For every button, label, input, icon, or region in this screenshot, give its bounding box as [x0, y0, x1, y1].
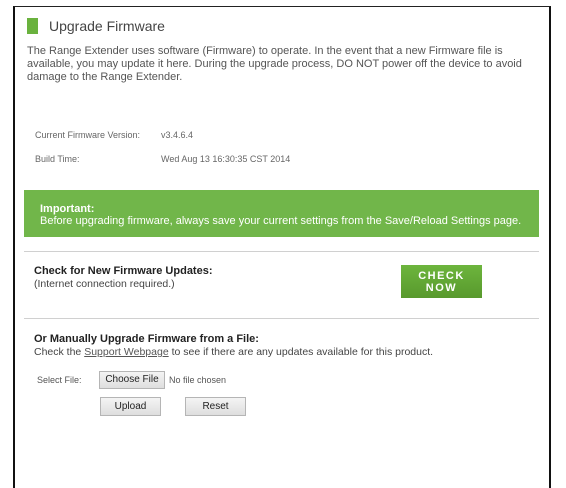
manual-upgrade-text: Check the Support Webpage to see if ther… [34, 346, 433, 358]
title-accent-bar [27, 18, 38, 34]
select-file-label: Select File: [37, 375, 82, 385]
intro-line-1: The Range Extender uses software (Firmwa… [27, 45, 503, 57]
intro-text: The Range Extender uses software (Firmwa… [27, 45, 547, 84]
banner-text: Before upgrading firmware, always save y… [40, 215, 522, 227]
intro-line-2: available, you may update it here. Durin… [27, 58, 522, 70]
check-updates-subtitle: (Internet connection required.) [34, 278, 175, 290]
page-header: Upgrade Firmware [27, 18, 165, 34]
upload-button[interactable]: Upload [100, 397, 161, 416]
section-divider [24, 318, 539, 319]
important-banner: Important: Before upgrading firmware, al… [24, 190, 539, 237]
firmware-panel: Upgrade Firmware The Range Extender uses… [13, 6, 551, 488]
current-version-label: Current Firmware Version: [35, 130, 141, 140]
check-updates-title: Check for New Firmware Updates: [34, 265, 213, 277]
support-webpage-link[interactable]: Support Webpage [84, 346, 168, 358]
manual-upgrade-title: Or Manually Upgrade Firmware from a File… [34, 333, 259, 345]
manual-upgrade-text-after: to see if there are any updates availabl… [168, 346, 434, 358]
manual-upgrade-text-before: Check the [34, 346, 85, 358]
section-divider [24, 251, 539, 252]
choose-file-button[interactable]: Choose File [99, 371, 165, 389]
page-title: Upgrade Firmware [49, 18, 165, 34]
reset-button[interactable]: Reset [185, 397, 246, 416]
check-now-button[interactable]: CHECK NOW [401, 265, 482, 298]
check-now-label-line1: CHECK [418, 270, 465, 282]
build-time-value: Wed Aug 13 16:30:35 CST 2014 [161, 154, 291, 164]
check-now-label-line2: NOW [425, 282, 458, 294]
build-time-label: Build Time: [35, 154, 80, 164]
file-status-text: No file chosen [169, 375, 227, 385]
banner-title: Important: [40, 203, 95, 215]
current-version-value: v3.4.6.4 [161, 130, 194, 140]
intro-line-3: damage to the Range Extender. [27, 71, 183, 83]
